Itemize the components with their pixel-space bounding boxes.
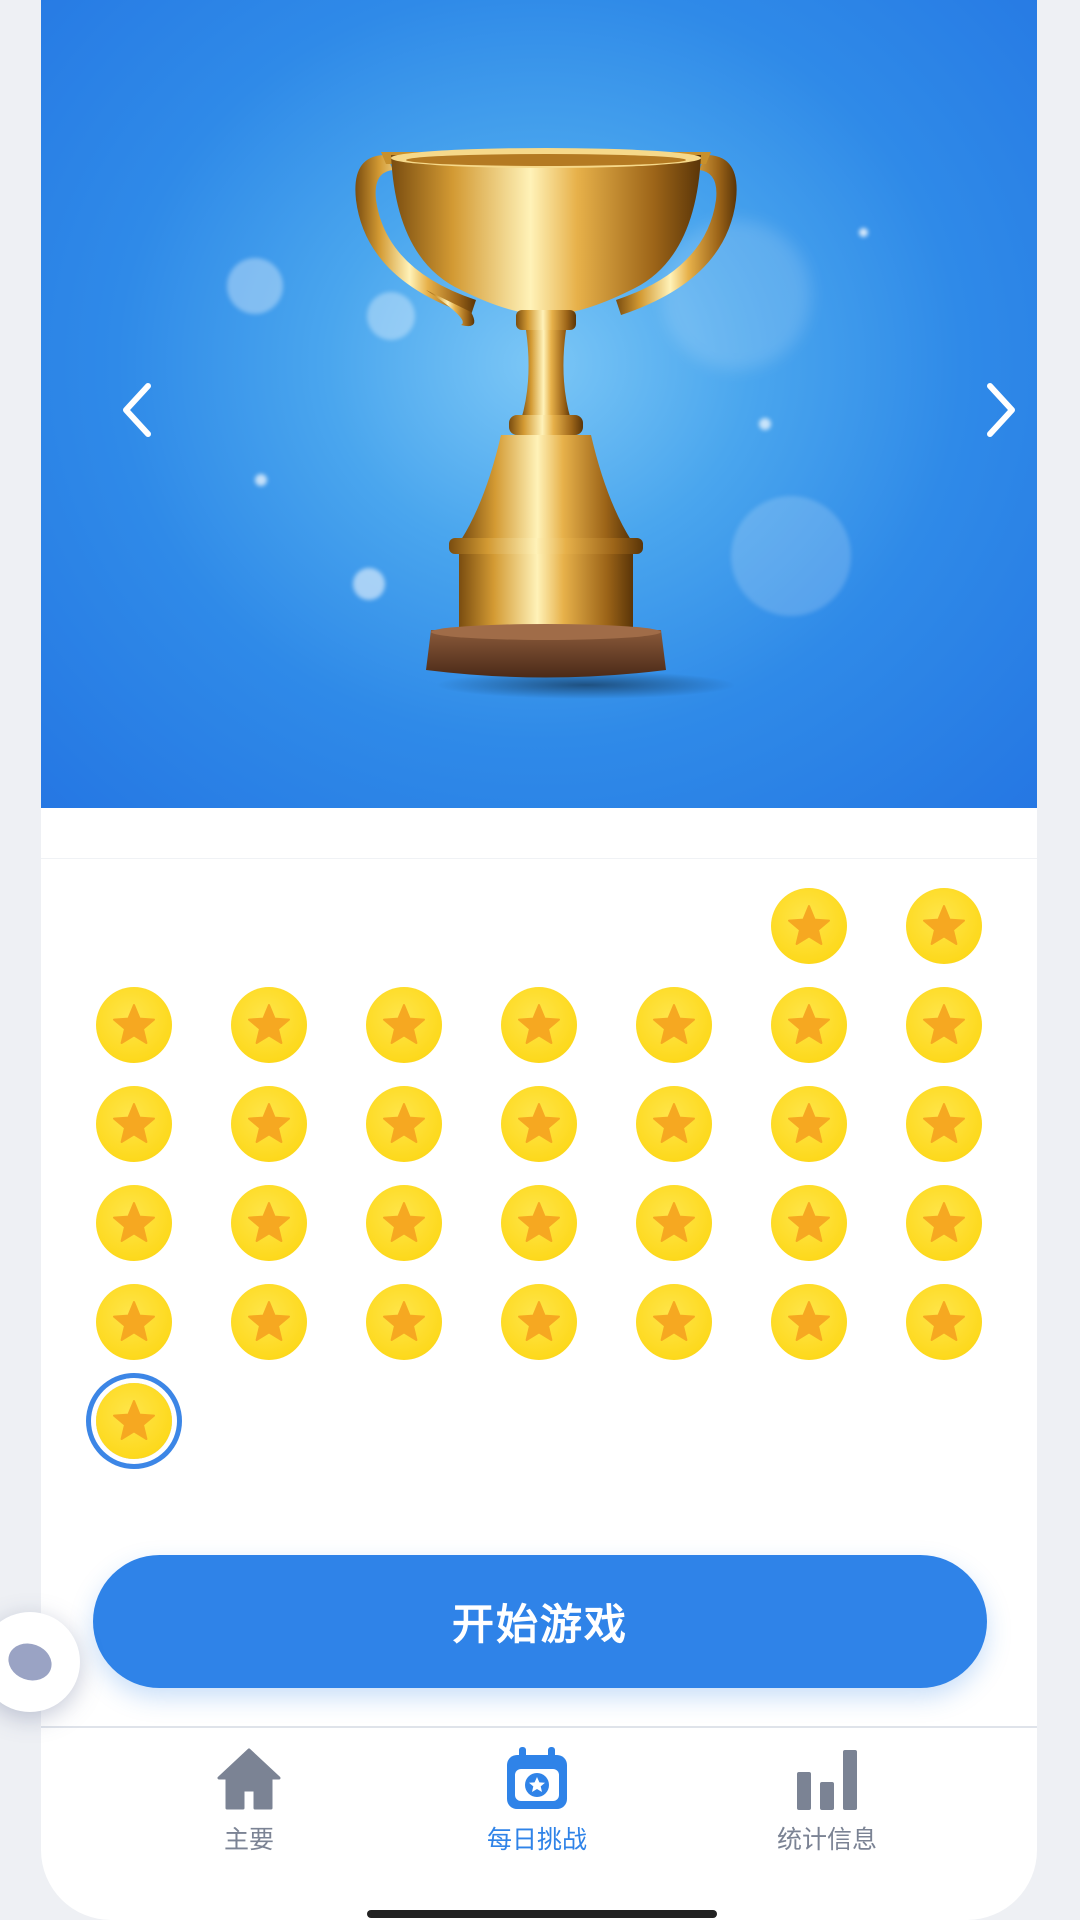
star-icon xyxy=(113,1400,155,1440)
medal-earned[interactable] xyxy=(771,888,847,964)
star-icon xyxy=(248,1103,290,1143)
medal-earned[interactable] xyxy=(771,987,847,1063)
star-icon xyxy=(788,1202,830,1242)
star-icon xyxy=(923,1103,965,1143)
medal-earned[interactable] xyxy=(501,1284,577,1360)
medal-earned[interactable] xyxy=(906,888,982,964)
star-icon xyxy=(113,1004,155,1044)
star-icon xyxy=(383,1004,425,1044)
phone-screen: 开始游戏 主要 每日挑战 统计信息 xyxy=(41,0,1037,1920)
star-icon xyxy=(248,1004,290,1044)
medal-earned[interactable] xyxy=(366,1185,442,1261)
tab-statistics[interactable]: 统计信息 xyxy=(717,1742,937,1862)
star-icon xyxy=(653,1202,695,1242)
star-icon xyxy=(923,1301,965,1341)
medal-earned[interactable] xyxy=(231,987,307,1063)
medal-earned[interactable] xyxy=(771,1086,847,1162)
medal-earned[interactable] xyxy=(636,987,712,1063)
star-icon xyxy=(383,1202,425,1242)
star-icon xyxy=(113,1202,155,1242)
carousel-prev-button[interactable] xyxy=(103,375,173,445)
star-icon xyxy=(788,1103,830,1143)
star-icon xyxy=(788,1301,830,1341)
bokeh-light xyxy=(255,474,267,486)
star-icon xyxy=(923,1004,965,1044)
medal-earned[interactable] xyxy=(231,1185,307,1261)
carousel-next-button[interactable] xyxy=(965,375,1035,445)
medal-earned[interactable] xyxy=(906,1185,982,1261)
medal-earned[interactable] xyxy=(366,987,442,1063)
bokeh-light xyxy=(227,258,283,314)
medal-earned[interactable] xyxy=(96,1185,172,1261)
medal-earned[interactable] xyxy=(366,1284,442,1360)
assistive-touch-icon xyxy=(3,1637,57,1687)
star-icon xyxy=(518,1202,560,1242)
bar-chart-icon xyxy=(797,1750,857,1810)
star-icon xyxy=(248,1202,290,1242)
star-icon xyxy=(788,1004,830,1044)
star-icon xyxy=(788,905,830,945)
medal-earned[interactable] xyxy=(771,1185,847,1261)
star-icon xyxy=(518,1004,560,1044)
tab-daily-challenge-label: 每日挑战 xyxy=(486,1825,587,1854)
start-game-label: 开始游戏 xyxy=(451,1600,628,1649)
tab-statistics-label: 统计信息 xyxy=(776,1825,877,1854)
star-icon xyxy=(923,1202,965,1242)
star-icon xyxy=(113,1103,155,1143)
start-game-button[interactable]: 开始游戏 xyxy=(93,1555,987,1688)
star-icon xyxy=(518,1103,560,1143)
medal-earned[interactable] xyxy=(636,1185,712,1261)
star-icon xyxy=(383,1301,425,1341)
star-icon xyxy=(653,1004,695,1044)
star-icon xyxy=(248,1301,290,1341)
star-icon xyxy=(653,1301,695,1341)
medal-earned[interactable] xyxy=(96,1284,172,1360)
bokeh-light xyxy=(859,228,868,237)
calendar-star-icon xyxy=(507,1747,567,1809)
medal-earned[interactable] xyxy=(501,987,577,1063)
medal-earned[interactable] xyxy=(501,1086,577,1162)
medal-today[interactable] xyxy=(96,1383,172,1459)
tab-home-label: 主要 xyxy=(223,1825,274,1854)
star-icon xyxy=(923,905,965,945)
tab-daily-challenge[interactable]: 每日挑战 xyxy=(427,1742,647,1862)
divider xyxy=(41,858,1037,859)
home-icon xyxy=(217,1748,281,1810)
trophy-banner xyxy=(41,0,1037,808)
medal-earned[interactable] xyxy=(501,1185,577,1261)
medal-earned[interactable] xyxy=(906,987,982,1063)
chevron-right-icon xyxy=(987,383,1015,437)
tabbar-divider xyxy=(41,1726,1037,1728)
medal-earned[interactable] xyxy=(636,1086,712,1162)
star-icon xyxy=(653,1103,695,1143)
star-icon xyxy=(113,1301,155,1341)
medal-earned[interactable] xyxy=(231,1284,307,1360)
medal-earned[interactable] xyxy=(231,1086,307,1162)
trophy-image xyxy=(355,148,737,699)
star-icon xyxy=(518,1301,560,1341)
medal-earned[interactable] xyxy=(771,1284,847,1360)
medal-earned[interactable] xyxy=(906,1086,982,1162)
home-indicator xyxy=(367,1910,717,1918)
medal-earned[interactable] xyxy=(906,1284,982,1360)
tab-home[interactable]: 主要 xyxy=(139,1742,359,1862)
medal-earned[interactable] xyxy=(366,1086,442,1162)
medal-earned[interactable] xyxy=(636,1284,712,1360)
medal-earned[interactable] xyxy=(96,1086,172,1162)
medal-earned[interactable] xyxy=(96,987,172,1063)
star-icon xyxy=(383,1103,425,1143)
chevron-left-icon xyxy=(123,383,151,437)
